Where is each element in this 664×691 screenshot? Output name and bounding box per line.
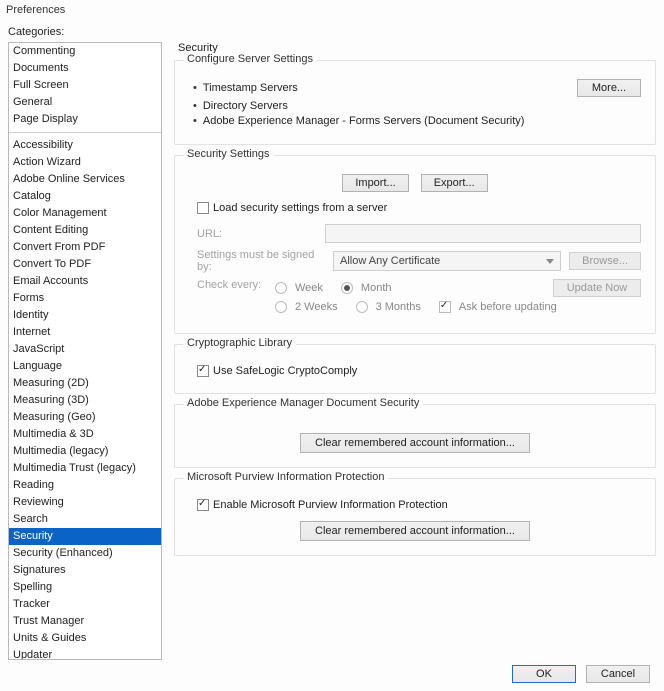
- url-input[interactable]: [325, 224, 641, 243]
- purview-group: Microsoft Purview Information Protection…: [174, 478, 656, 556]
- category-item[interactable]: Multimedia (legacy): [9, 443, 161, 460]
- category-item[interactable]: Reviewing: [9, 494, 161, 511]
- ask-before-checkbox[interactable]: [439, 301, 451, 313]
- radio-week[interactable]: [275, 282, 287, 294]
- category-item[interactable]: Action Wizard: [9, 154, 161, 171]
- category-item[interactable]: Measuring (3D): [9, 392, 161, 409]
- category-item[interactable]: Identity: [9, 307, 161, 324]
- purview-clear-button[interactable]: Clear remembered account information...: [300, 521, 530, 541]
- category-item[interactable]: General: [9, 94, 161, 111]
- category-item[interactable]: Search: [9, 511, 161, 528]
- category-item[interactable]: JavaScript: [9, 341, 161, 358]
- purview-enable-checkbox[interactable]: [197, 499, 209, 511]
- signed-by-select[interactable]: Allow Any Certificate: [333, 251, 561, 271]
- safelogic-checkbox[interactable]: [197, 365, 209, 377]
- signed-by-label: Settings must be signed by:: [197, 249, 325, 273]
- category-item[interactable]: Forms: [9, 290, 161, 307]
- category-item[interactable]: Multimedia Trust (legacy): [9, 460, 161, 477]
- ok-button[interactable]: OK: [512, 665, 576, 683]
- aem-group: Adobe Experience Manager Document Securi…: [174, 404, 656, 468]
- categories-list: CommentingDocumentsFull ScreenGeneralPag…: [8, 42, 162, 660]
- categories-label: Categories:: [8, 26, 162, 38]
- category-item[interactable]: Security: [9, 528, 161, 545]
- category-item[interactable]: Convert To PDF: [9, 256, 161, 273]
- category-item[interactable]: Multimedia & 3D: [9, 426, 161, 443]
- server-item-directory: Directory Servers: [193, 100, 641, 112]
- category-item[interactable]: Tracker: [9, 596, 161, 613]
- category-item[interactable]: Page Display: [9, 111, 161, 128]
- purview-enable-label: Enable Microsoft Purview Information Pro…: [213, 499, 448, 511]
- safelogic-label: Use SafeLogic CryptoComply: [213, 365, 357, 377]
- category-item[interactable]: Content Editing: [9, 222, 161, 239]
- check-every-label: Check every:: [197, 279, 267, 291]
- load-from-server-label: Load security settings from a server: [213, 202, 387, 214]
- security-settings-legend: Security Settings: [183, 148, 274, 160]
- url-label: URL:: [197, 228, 317, 240]
- import-button[interactable]: Import...: [342, 174, 408, 192]
- category-item[interactable]: Accessibility: [9, 137, 161, 154]
- category-item[interactable]: Trust Manager: [9, 613, 161, 630]
- category-item[interactable]: Adobe Online Services: [9, 171, 161, 188]
- configure-server-group: Configure Server Settings Timestamp Serv…: [174, 60, 656, 145]
- server-item-aem: Adobe Experience Manager - Forms Servers…: [193, 115, 641, 127]
- radio-2weeks[interactable]: [275, 301, 287, 313]
- category-item[interactable]: Units & Guides: [9, 630, 161, 647]
- update-now-button[interactable]: Update Now: [553, 279, 641, 297]
- server-item-timestamp: Timestamp Servers: [193, 82, 298, 94]
- crypto-group: Cryptographic Library Use SafeLogic Cryp…: [174, 344, 656, 394]
- category-item[interactable]: Security (Enhanced): [9, 545, 161, 562]
- aem-clear-button[interactable]: Clear remembered account information...: [300, 433, 530, 453]
- aem-legend: Adobe Experience Manager Document Securi…: [183, 397, 423, 409]
- category-item[interactable]: Reading: [9, 477, 161, 494]
- radio-month[interactable]: [341, 282, 353, 294]
- category-item[interactable]: Updater: [9, 647, 161, 660]
- category-item[interactable]: Color Management: [9, 205, 161, 222]
- category-item[interactable]: Documents: [9, 60, 161, 77]
- category-item[interactable]: Catalog: [9, 188, 161, 205]
- purview-legend: Microsoft Purview Information Protection: [183, 471, 388, 483]
- category-item[interactable]: Measuring (2D): [9, 375, 161, 392]
- category-item[interactable]: Internet: [9, 324, 161, 341]
- cancel-button[interactable]: Cancel: [586, 665, 650, 683]
- configure-server-legend: Configure Server Settings: [183, 53, 317, 65]
- category-item[interactable]: Full Screen: [9, 77, 161, 94]
- category-item[interactable]: Spelling: [9, 579, 161, 596]
- category-divider: [9, 132, 161, 133]
- category-item[interactable]: Measuring (Geo): [9, 409, 161, 426]
- export-button[interactable]: Export...: [421, 174, 488, 192]
- category-item[interactable]: Email Accounts: [9, 273, 161, 290]
- category-item[interactable]: Language: [9, 358, 161, 375]
- radio-3months[interactable]: [356, 301, 368, 313]
- browse-button[interactable]: Browse...: [569, 252, 641, 270]
- load-from-server-checkbox[interactable]: [197, 202, 209, 214]
- crypto-legend: Cryptographic Library: [183, 337, 296, 349]
- window-title: Preferences: [0, 0, 664, 20]
- security-settings-group: Security Settings Import... Export... Lo…: [174, 155, 656, 334]
- category-item[interactable]: Signatures: [9, 562, 161, 579]
- more-button[interactable]: More...: [577, 79, 641, 97]
- category-item[interactable]: Commenting: [9, 43, 161, 60]
- category-item[interactable]: Convert From PDF: [9, 239, 161, 256]
